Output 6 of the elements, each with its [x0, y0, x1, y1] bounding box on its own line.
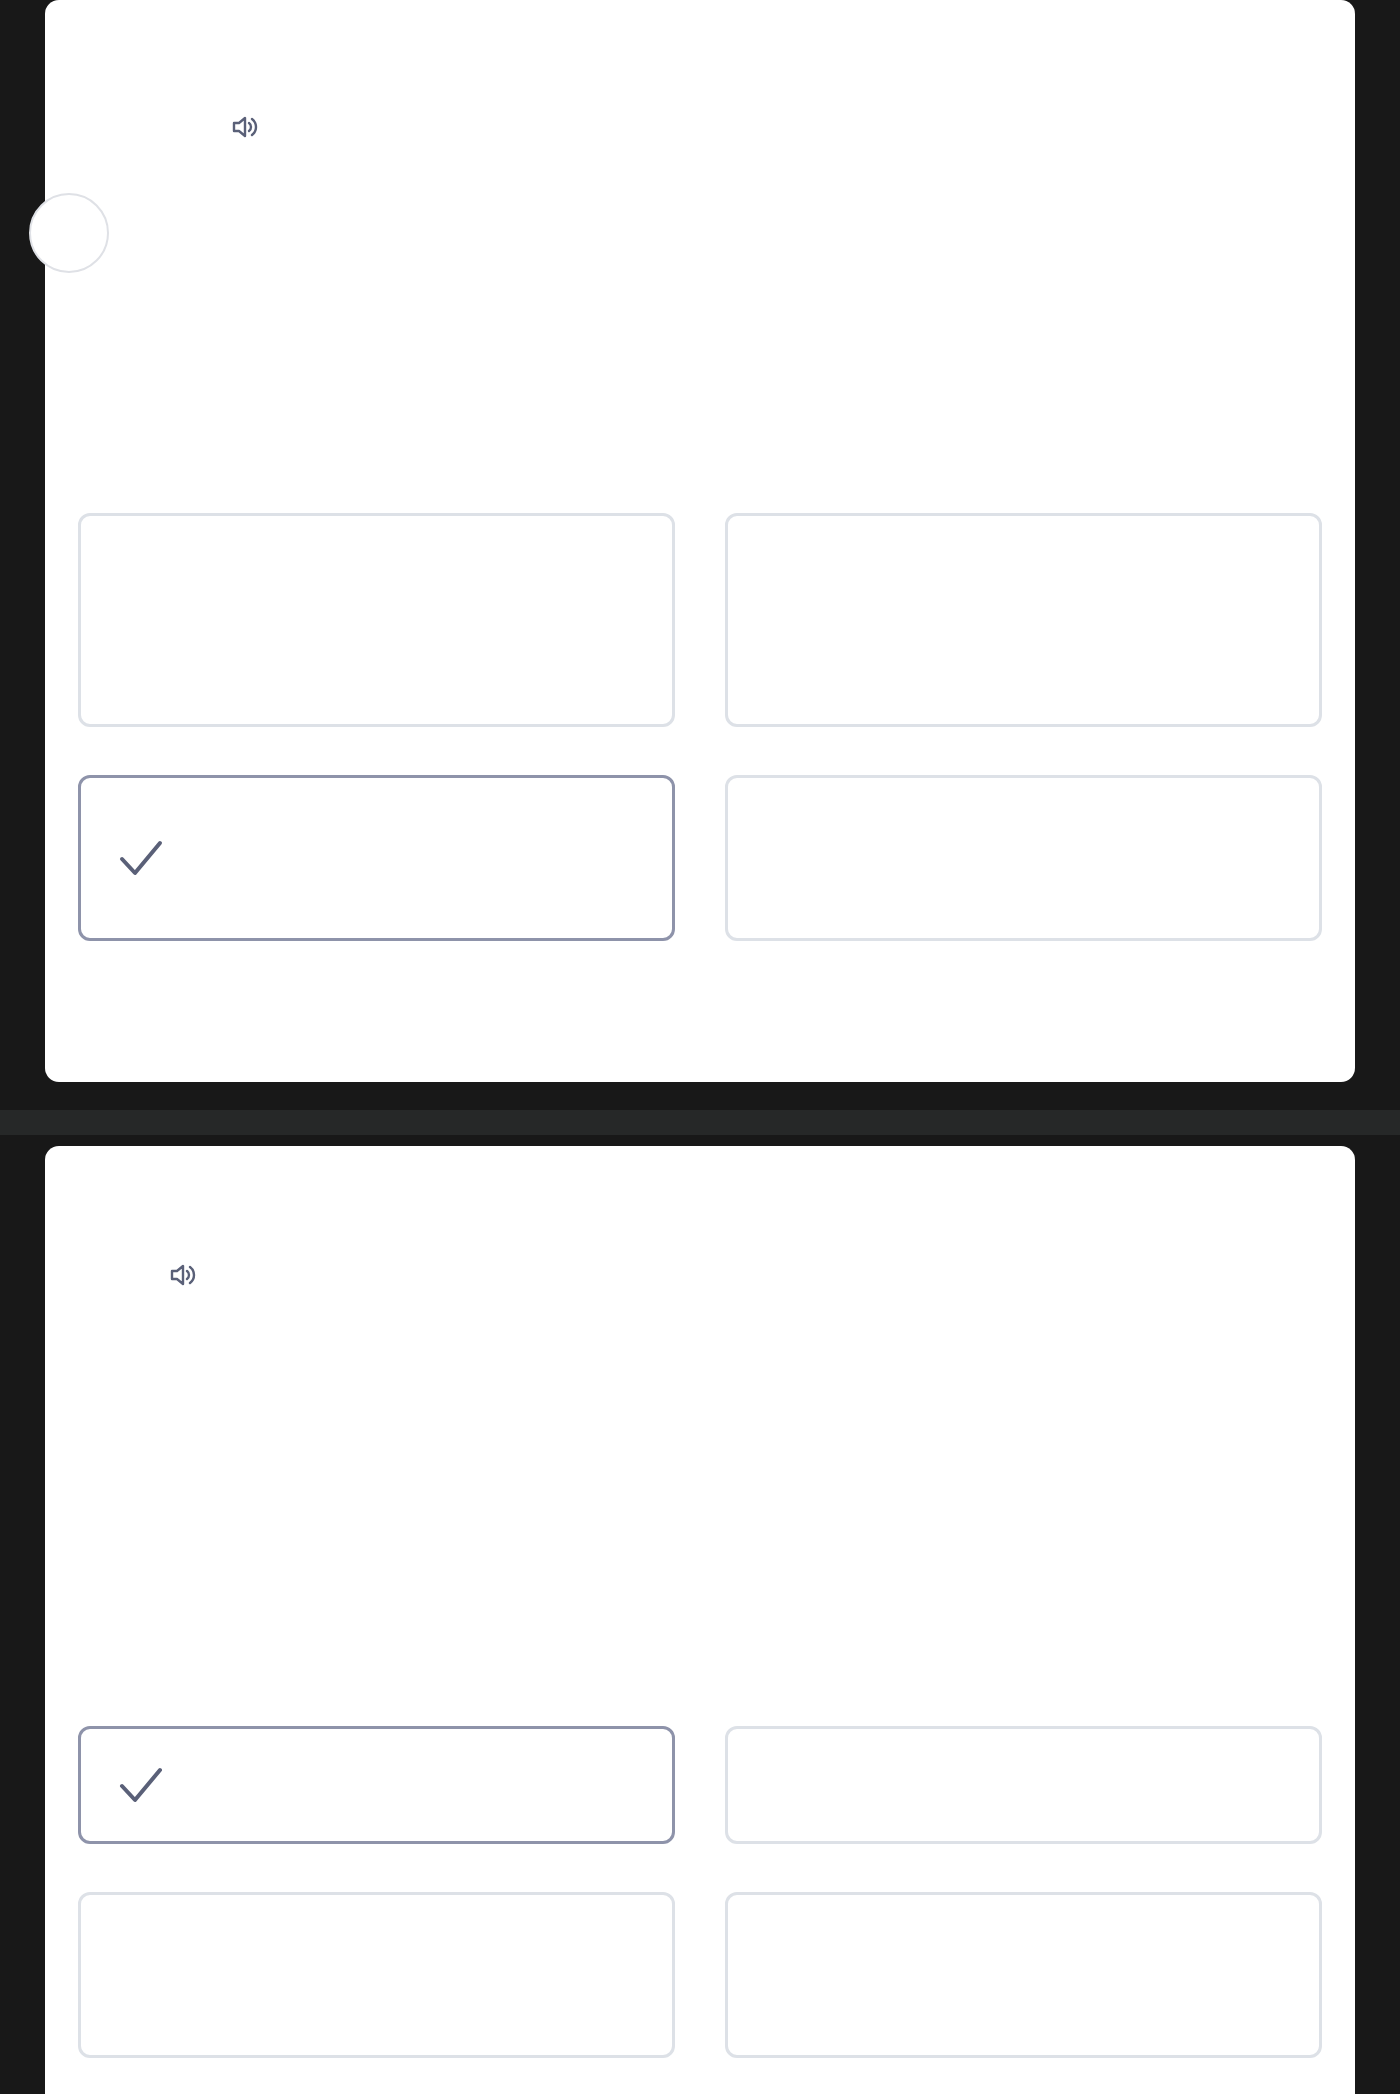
speaker-icon[interactable]: [231, 114, 259, 140]
answer-option[interactable]: [78, 775, 675, 941]
check-icon: [119, 839, 165, 877]
speaker-icon[interactable]: [169, 1262, 197, 1288]
check-icon: [119, 1766, 165, 1804]
answer-option[interactable]: [78, 1726, 675, 1844]
